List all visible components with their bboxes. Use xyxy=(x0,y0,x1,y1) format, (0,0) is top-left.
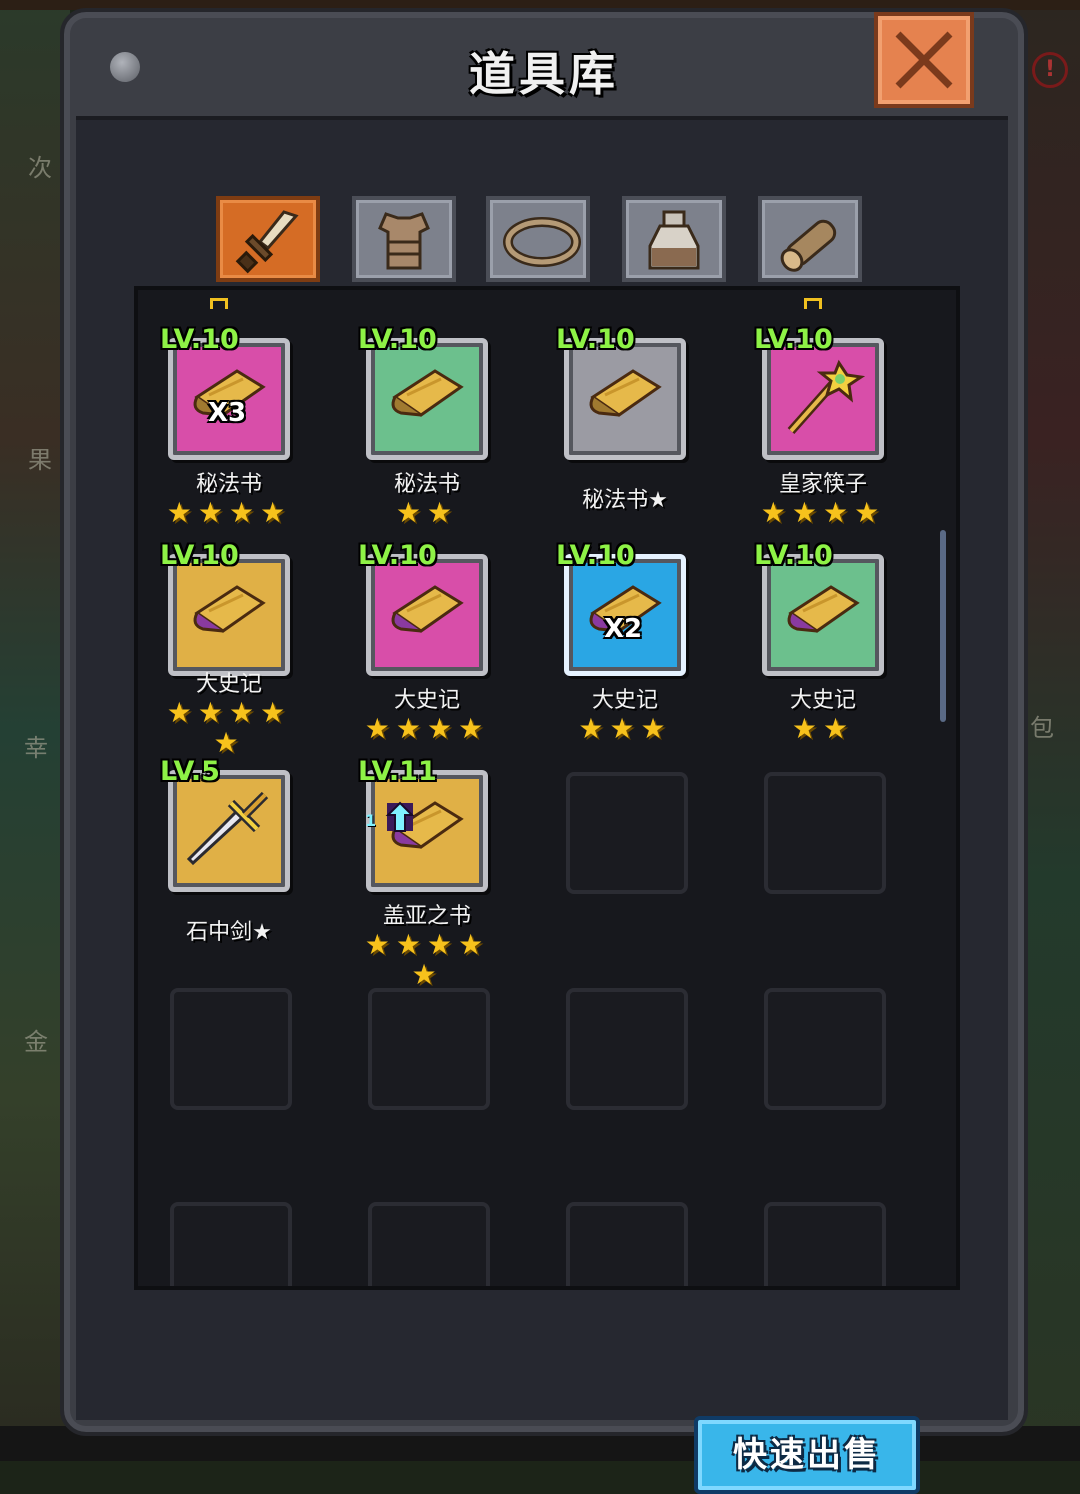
item-level: LV.10 xyxy=(556,540,635,571)
empty-slot[interactable] xyxy=(764,988,886,1110)
empty-slot[interactable] xyxy=(764,772,886,894)
item-name: 盖亚之书 xyxy=(382,904,471,929)
empty-slot[interactable] xyxy=(170,988,292,1110)
tab-armor[interactable] xyxy=(352,196,456,282)
item-level: LV.10 xyxy=(556,324,635,355)
item-slot[interactable] xyxy=(762,554,884,676)
tab-weapon[interactable] xyxy=(216,196,320,282)
item-stars: ★★★★ xyxy=(166,696,292,729)
item-name: 秘法书 xyxy=(393,472,460,497)
empty-slot[interactable] xyxy=(170,1202,292,1286)
item-name: 大史记 xyxy=(789,688,856,713)
item-stars: ★★★★ xyxy=(364,712,490,745)
tab-potion[interactable] xyxy=(622,196,726,282)
scroll-icon xyxy=(391,369,464,417)
item-level: LV.11 xyxy=(358,756,437,787)
tab-material[interactable] xyxy=(758,196,862,282)
item-stars-extra: ★ xyxy=(213,726,245,759)
sword-icon xyxy=(235,210,299,274)
side-label: 幸 xyxy=(24,734,48,762)
item-slot[interactable] xyxy=(564,338,686,460)
item-name: 大史记 xyxy=(393,688,460,713)
potion-icon xyxy=(648,210,700,270)
item-stars: ★★★ xyxy=(578,712,672,745)
quick-sell-button[interactable]: 快速出售 xyxy=(694,1416,920,1494)
item-level: LV.10 xyxy=(754,540,833,571)
upgrade-tier: 1 xyxy=(365,811,377,830)
item-level: LV.10 xyxy=(358,324,437,355)
item-stars: ★★★★ xyxy=(760,496,886,529)
item-quantity: X3 xyxy=(208,398,247,428)
empty-slot[interactable] xyxy=(368,1202,490,1286)
scrollbar[interactable] xyxy=(940,530,946,722)
item-slot[interactable] xyxy=(168,554,290,676)
item-name: 石中剑★ xyxy=(186,920,272,945)
item-grid[interactable]: LV.10 X3 秘法书 ★★★★ LV.10 秘法书 ★★ LV.10 秘法书… xyxy=(134,286,960,1290)
armor-icon xyxy=(378,212,430,270)
scroll-icon xyxy=(787,585,860,633)
side-label: 次 xyxy=(28,154,52,182)
item-name: 大史记 xyxy=(195,672,262,697)
item-level: LV.10 xyxy=(160,540,239,571)
item-name: 秘法书★ xyxy=(582,488,668,513)
empty-slot[interactable] xyxy=(566,1202,688,1286)
log-icon xyxy=(780,219,837,272)
empty-slot[interactable] xyxy=(368,988,490,1110)
tab-ring[interactable] xyxy=(486,196,590,282)
item-level: LV.10 xyxy=(754,324,833,355)
item-slot[interactable] xyxy=(366,554,488,676)
new-marker xyxy=(804,298,822,309)
close-button[interactable] xyxy=(874,12,974,108)
scroll-icon xyxy=(589,369,662,417)
new-marker xyxy=(210,298,228,309)
item-level: LV.5 xyxy=(160,756,220,787)
item-stars: ★★★★ xyxy=(166,496,292,529)
item-name: 大史记 xyxy=(591,688,658,713)
item-slot[interactable] xyxy=(762,338,884,460)
inventory-body: LV.10 X3 秘法书 ★★★★ LV.10 秘法书 ★★ LV.10 秘法书… xyxy=(76,116,1008,1494)
alert-icon[interactable]: ! xyxy=(1032,52,1068,88)
item-stars: ★★ xyxy=(791,712,855,745)
item-stars: ★★★★ xyxy=(364,928,490,961)
upgrade-arrow-icon xyxy=(385,801,415,832)
scroll-icon xyxy=(391,585,464,633)
empty-slot[interactable] xyxy=(566,988,688,1110)
close-icon xyxy=(895,31,953,89)
scepter-icon xyxy=(787,359,866,434)
item-stars-extra: ★ xyxy=(411,958,443,991)
item-name: 皇家筷子 xyxy=(778,472,867,497)
inventory-window: 道具库 LV.10 X3 秘法书 ★★★★ LV.10 秘法书 ★★ LV.10… xyxy=(60,8,1028,1494)
empty-slot[interactable] xyxy=(566,772,688,894)
side-label: 包 xyxy=(1030,714,1054,742)
item-quantity: X2 xyxy=(604,614,643,644)
ring-icon xyxy=(503,217,581,267)
item-level: LV.10 xyxy=(358,540,437,571)
side-label: 金 xyxy=(24,1028,48,1056)
item-slot[interactable] xyxy=(366,338,488,460)
item-name: 秘法书 xyxy=(195,472,262,497)
empty-slot[interactable] xyxy=(764,1202,886,1286)
scroll-icon xyxy=(193,585,266,633)
item-level: LV.10 xyxy=(160,324,239,355)
sword-icon xyxy=(187,791,269,866)
item-slot[interactable] xyxy=(168,770,290,892)
item-stars: ★★ xyxy=(395,496,459,529)
side-label: 果 xyxy=(28,446,52,474)
item-slot[interactable]: 1 xyxy=(365,770,488,892)
